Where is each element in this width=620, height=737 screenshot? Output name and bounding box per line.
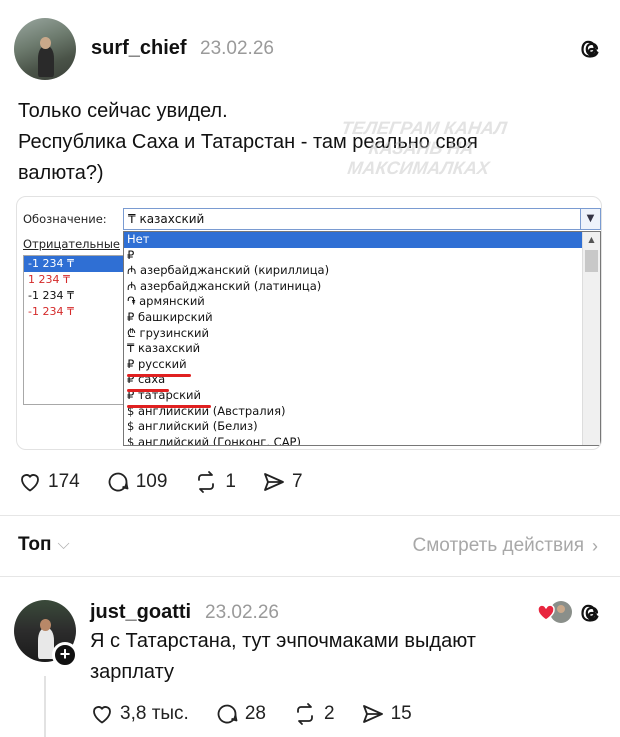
dropdown-item: ₽ русский [127,356,187,371]
comment-count: 28 [244,703,266,724]
dropdown-item: ₽ саха [127,372,166,387]
heart-icon [21,474,39,492]
thread-line [44,676,46,737]
comment-icon [108,472,129,492]
send-icon [362,705,383,723]
reply-username[interactable]: just_goatti [90,601,191,624]
negative-list: -1 234 ₸ 1 234 ₸ -1 234 ₸ -1 234 ₸ [23,255,127,405]
dropdown-item: ₽ татарский [127,387,201,402]
chevron-down-icon: ▼ [580,209,600,229]
scrollbar-thumb [585,250,598,272]
reply-text-line: зарплату [90,661,174,683]
reply-date: 23.02.26 [205,602,279,623]
dropdown-item: ₼ азербайджанский (кириллица) [127,263,330,278]
chevron-up-icon: ▲ [588,235,595,244]
watermark-line: КАЗАНЬ НА МАКСИМАЛКАХ [346,138,491,178]
negative-item: 1 234 ₸ [28,273,70,286]
repost-count: 1 [225,471,236,492]
send-icon [264,473,284,491]
highlight-underline [127,389,169,392]
watermark-line: ТЕЛЕГРАМ КАНАЛ [340,118,509,138]
dropdown-item: $ английский (Гонконг, САР) [127,434,301,446]
dropdown-item: ₼ азербайджанский (латиница) [127,278,322,293]
negative-item: -1 234 ₸ [28,305,74,318]
heart-icon [93,706,111,724]
negative-item: -1 234 ₸ [28,289,74,302]
share-count: 15 [390,703,412,724]
sort-dropdown[interactable]: Топ ⌵ [18,534,70,556]
dropdown-item: ₽ [127,247,135,262]
currency-dropdown-list: Нет ₽ ₼ азербайджанский (кириллица) ₼ аз… [123,231,601,446]
view-activity-label: Смотреть действия [412,535,584,556]
follow-plus-button[interactable]: + [52,642,78,668]
post-actions: 174 109 1 7 [18,470,329,494]
share-button[interactable]: 7 [262,470,303,494]
repost-icon [198,471,215,493]
highlight-underline [127,374,191,377]
repost-icon [297,703,313,725]
dropdown-item: ֏ армянский [127,294,205,309]
chevron-right-icon: › [592,535,598,556]
comment-button[interactable]: 109 [106,470,168,494]
symbol-combo: ₸ казахский ▼ [123,208,601,230]
attached-image[interactable]: Обозначение: ₸ казахский ▼ Отрицательные… [16,196,602,450]
like-button[interactable]: 174 [18,470,80,494]
like-count: 174 [48,471,80,492]
avatar[interactable] [14,18,76,80]
post-date: 23.02.26 [200,38,274,59]
dropdown-item: ₽ башкирский [127,309,213,324]
repost-button[interactable]: 2 [292,702,335,726]
post-username[interactable]: surf_chief [91,37,187,60]
divider [0,576,620,577]
threads-icon[interactable] [580,37,604,61]
dropdown-item: ₾ грузинский [127,325,209,340]
negative-label: Отрицательные [23,237,120,251]
like-button[interactable]: 3,8 тыс. [90,702,189,726]
sort-label: Топ [18,534,52,555]
threads-icon[interactable] [580,601,604,625]
view-activity-link[interactable]: Смотреть действия › [413,535,598,557]
dropdown-item: ₸ казахский [127,341,201,356]
liked-by-author-icon [537,601,572,623]
reply-actions: 3,8 тыс. 28 2 15 [90,702,438,726]
comment-icon [217,704,238,724]
share-count: 7 [291,471,303,492]
repost-count: 2 [323,703,335,724]
reply-text-line: Я с Татарстана, тут эчпочмаками выдают [90,630,476,652]
dropdown-item: $ английский (Белиз) [127,419,258,434]
comment-button[interactable]: 28 [215,702,266,726]
divider [0,515,620,516]
reply-text: Я с Татарстана, тут эчпочмаками выдают з… [90,626,560,688]
share-button[interactable]: 15 [361,702,412,726]
comment-count: 109 [135,471,168,492]
like-count: 3,8 тыс. [120,703,189,724]
dropdown-item: Нет [124,232,600,248]
highlight-underline [127,405,211,408]
dropdown-scrollbar: ▲ [582,232,600,445]
repost-button[interactable]: 1 [193,470,236,494]
negative-item: -1 234 ₸ [24,256,126,272]
watermark: ТЕЛЕГРАМ КАНАЛ КАЗАНЬ НА МАКСИМАЛКАХ [308,118,535,178]
symbol-combo-value: ₸ казахский [128,212,205,226]
chevron-down-icon: ⌵ [57,536,70,553]
symbol-label: Обозначение: [23,212,107,226]
